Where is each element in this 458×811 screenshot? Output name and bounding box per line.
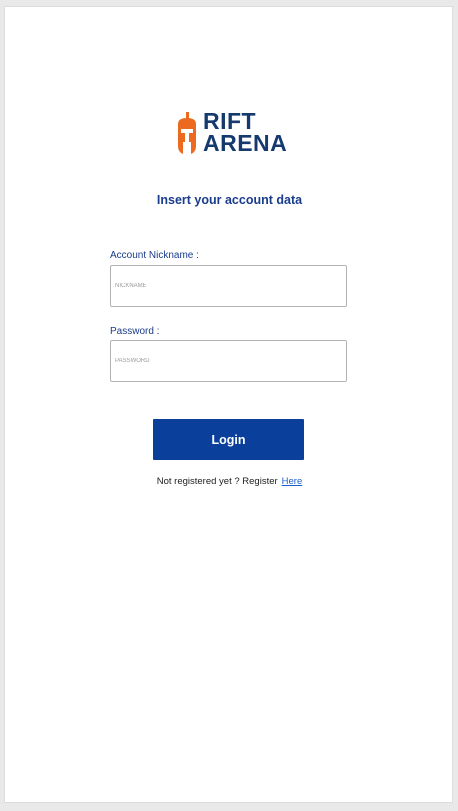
password-input[interactable]	[110, 340, 347, 382]
register-here-link[interactable]: Here	[282, 476, 303, 487]
register-prompt-text: Not registered yet ? Register	[156, 476, 278, 487]
password-label: Password :	[110, 326, 160, 337]
register-prompt: Not registered yet ? Register Here	[5, 476, 454, 487]
spartan-helmet-icon	[178, 112, 196, 154]
form-heading: Insert your account data	[156, 193, 303, 207]
nickname-input[interactable]	[110, 265, 347, 307]
login-button[interactable]: Login	[153, 419, 304, 460]
login-panel: RIFT ARENA Insert your account data Acco…	[4, 6, 453, 803]
rift-arena-logo: RIFT ARENA	[175, 110, 290, 159]
nickname-label: Account Nickname :	[110, 250, 199, 261]
logo-text-line2: ARENA	[203, 130, 288, 156]
